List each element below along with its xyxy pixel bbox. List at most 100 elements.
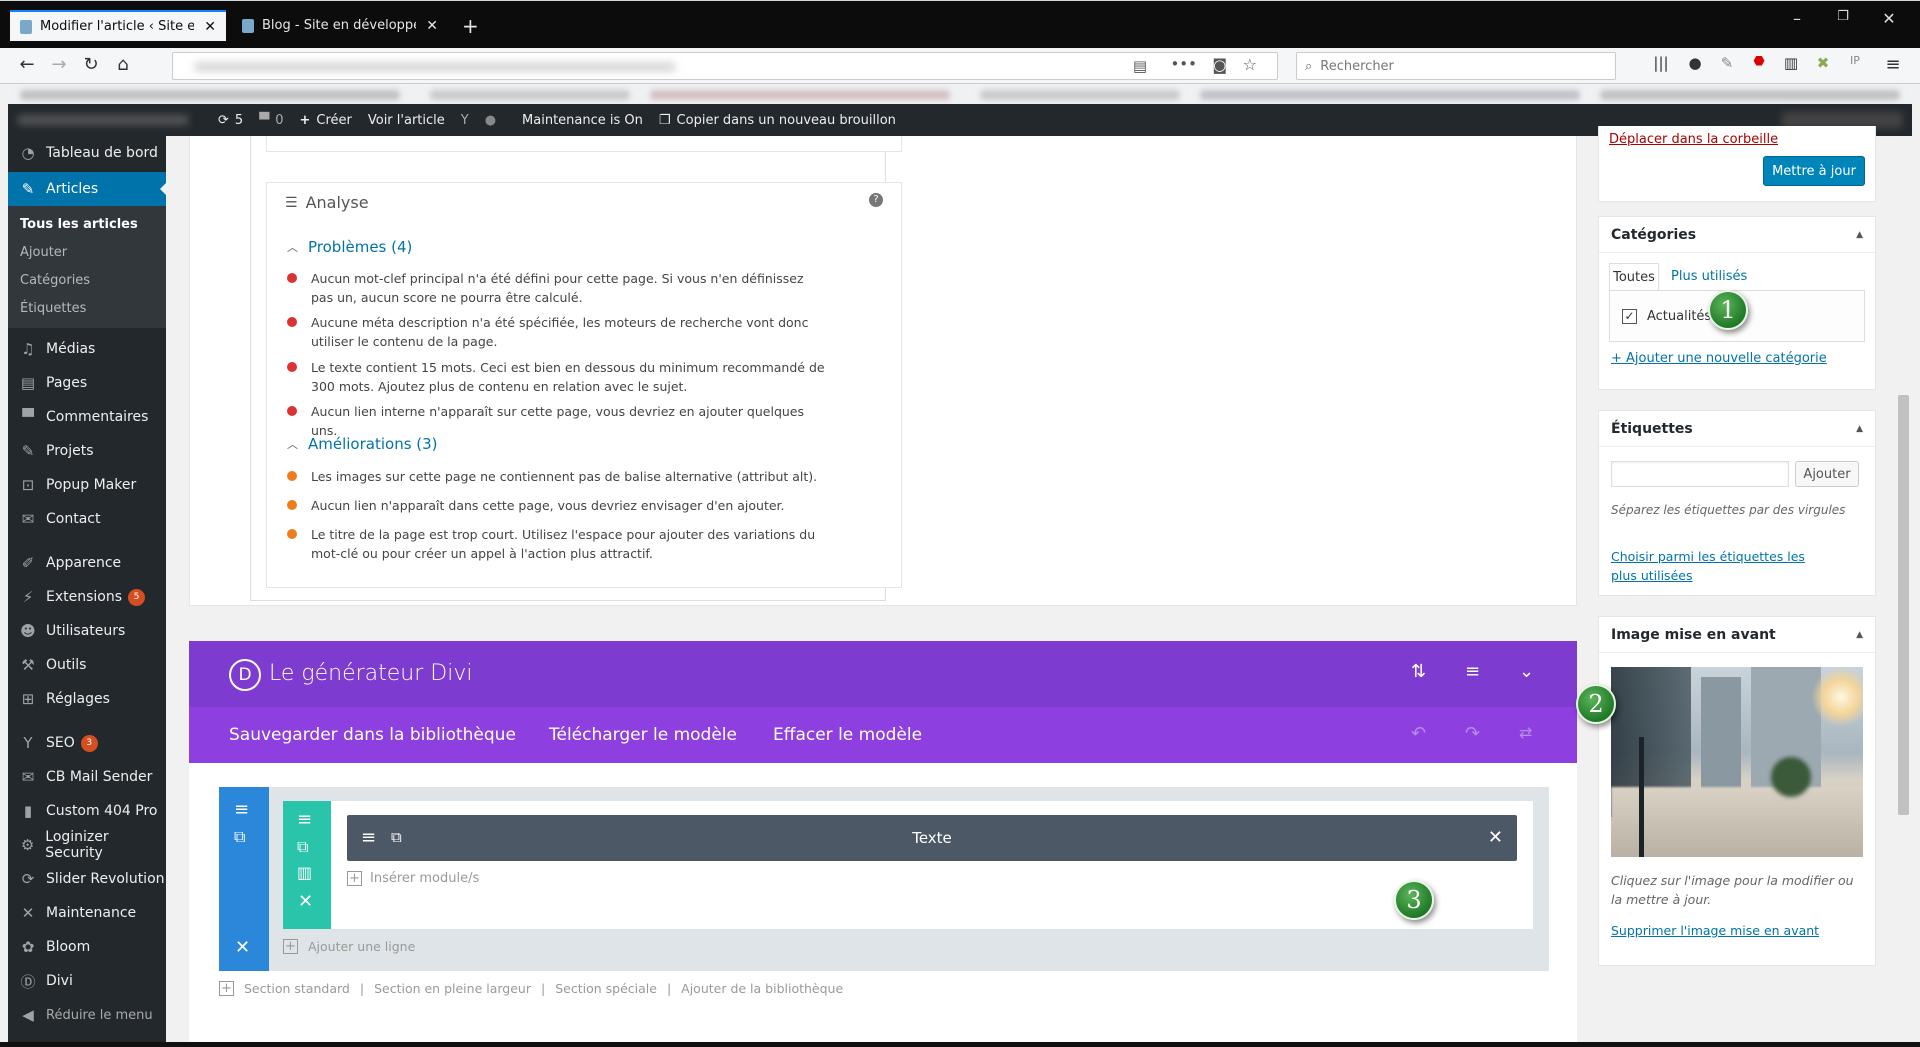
- add-fullwidth-section[interactable]: Section en pleine largeur: [374, 981, 531, 996]
- section-menu-icon[interactable]: ≡: [234, 799, 249, 820]
- row-columns-icon[interactable]: ▥: [297, 863, 312, 882]
- sidebar-item-divi[interactable]: Ⓓ Divi: [8, 964, 166, 998]
- undo-icon[interactable]: ↶: [1411, 723, 1426, 744]
- clear-template-link[interactable]: Effacer le modèle: [773, 725, 922, 745]
- comments-link[interactable]: ▀ 0: [259, 113, 283, 128]
- save-library-link[interactable]: Sauvegarder dans la bibliothèque: [229, 725, 516, 745]
- tags-header[interactable]: Étiquettes ▲: [1599, 411, 1875, 447]
- row-settings-icon[interactable]: ⧉: [297, 837, 308, 857]
- close-window-icon[interactable]: ✕: [1868, 9, 1910, 28]
- remove-featured-image-link[interactable]: Supprimer l'image mise en avant: [1611, 923, 1819, 938]
- restore-icon[interactable]: ❐: [1822, 9, 1864, 24]
- sidebar-item-slider-revolution[interactable]: ⟳ Slider Revolution: [8, 862, 166, 896]
- tab-blog[interactable]: Blog - Site en développement ✕: [232, 10, 448, 41]
- row-handle[interactable]: ≡ ⧉ ▥ ✕: [283, 801, 331, 929]
- update-button[interactable]: Mettre à jour: [1763, 156, 1865, 186]
- maintenance-status[interactable]: Maintenance is On: [522, 113, 643, 128]
- sort-icon[interactable]: ⇅: [1411, 661, 1426, 682]
- section-settings-icon[interactable]: ⧉: [234, 827, 245, 847]
- tab-edit-article[interactable]: Modifier l'article ‹ Site en dével ✕: [10, 10, 226, 41]
- copy-draft-link[interactable]: ❐ Copier dans un nouveau brouillon: [659, 113, 896, 128]
- trash-link[interactable]: Déplacer dans la corbeille: [1609, 132, 1778, 147]
- redo-icon[interactable]: ↷: [1465, 723, 1480, 744]
- add-special-section[interactable]: Section spéciale: [555, 981, 657, 996]
- url-bar[interactable]: ▤ ••• ◙ ☆: [172, 52, 1278, 80]
- categories-header[interactable]: Catégories ▲: [1599, 217, 1875, 253]
- menu-icon[interactable]: ≡: [1465, 661, 1480, 682]
- improvements-toggle[interactable]: ︿ Améliorations (3): [287, 435, 438, 453]
- view-post-link[interactable]: Voir l'article: [368, 113, 445, 128]
- sidebar-item-maintenance[interactable]: ✕ Maintenance: [8, 896, 166, 930]
- sidebar-collapse[interactable]: ◀ Réduire le menu: [8, 998, 166, 1032]
- history-icon[interactable]: ⇄: [1519, 723, 1532, 742]
- yoast-icon[interactable]: Y: [461, 113, 469, 128]
- module-delete-icon[interactable]: ✕: [1488, 827, 1503, 848]
- choose-tags-link[interactable]: Choisir parmi les étiquettes les plus ut…: [1611, 547, 1831, 585]
- row-menu-icon[interactable]: ≡: [297, 809, 312, 830]
- new-tab-button[interactable]: +: [452, 10, 488, 41]
- insert-module-button[interactable]: + Insérer module/s: [347, 871, 479, 886]
- sidebar-item-users[interactable]: ☻ Utilisateurs: [8, 614, 166, 648]
- reader-view-icon[interactable]: ▤: [1133, 57, 1147, 75]
- adblock-icon[interactable]: ⬣: [1746, 54, 1772, 69]
- collapse-triangle-icon[interactable]: ▲: [1856, 424, 1863, 434]
- sidebar-item-popup-maker[interactable]: ⊡ Popup Maker: [8, 468, 166, 502]
- minimize-icon[interactable]: –: [1776, 9, 1818, 28]
- sidebar-item-tools[interactable]: ⚒ Outils: [8, 648, 166, 682]
- add-category-link[interactable]: + Ajouter une nouvelle catégorie: [1611, 351, 1827, 366]
- sidebar-icon[interactable]: ▥: [1778, 54, 1804, 72]
- sidebar-item-contact[interactable]: ✉ Contact: [8, 502, 166, 536]
- create-link[interactable]: + Créer: [299, 113, 351, 128]
- sidebar-item-articles[interactable]: ✎ Articles: [8, 172, 167, 206]
- sidebar-item-seo[interactable]: Y SEO 3: [8, 726, 166, 760]
- collapse-triangle-icon[interactable]: ▲: [1856, 230, 1863, 240]
- add-tag-button[interactable]: Ajouter: [1795, 461, 1859, 487]
- submenu-add[interactable]: Ajouter: [8, 238, 166, 266]
- help-icon[interactable]: ?: [869, 193, 883, 207]
- sidebar-item-appearance[interactable]: ✐ Apparence: [8, 546, 166, 580]
- close-tab-icon[interactable]: ✕: [204, 19, 216, 35]
- category-item[interactable]: ✓ Actualités: [1622, 309, 1711, 324]
- sidebar-item-bloom[interactable]: ✿ Bloom: [8, 930, 166, 964]
- bookmark-star-icon[interactable]: ☆: [1243, 55, 1257, 74]
- load-template-link[interactable]: Télécharger le modèle: [549, 725, 737, 745]
- collapse-triangle-icon[interactable]: ▲: [1856, 630, 1863, 640]
- section-handle[interactable]: ≡ ⧉ ✕: [219, 787, 269, 971]
- sidebar-item-comments[interactable]: ▀ Commentaires: [8, 400, 166, 434]
- eyedropper-icon[interactable]: ✎: [1714, 54, 1740, 72]
- ip-icon[interactable]: IP: [1842, 54, 1868, 67]
- sidebar-item-pages[interactable]: ▤ Pages: [8, 366, 166, 400]
- reload-icon[interactable]: ↻: [78, 54, 104, 75]
- sidebar-item-cb-mail[interactable]: ✉ CB Mail Sender: [8, 760, 166, 794]
- tab-all-categories[interactable]: Toutes: [1609, 263, 1659, 291]
- sidebar-item-custom-404[interactable]: ▮ Custom 404 Pro: [8, 794, 166, 828]
- row-delete-icon[interactable]: ✕: [298, 891, 313, 912]
- featured-image-header[interactable]: Image mise en avant ▲: [1599, 617, 1875, 653]
- sidebar-item-projects[interactable]: ✎ Projets: [8, 434, 166, 468]
- featured-image-thumbnail[interactable]: [1611, 667, 1863, 857]
- pocket-icon[interactable]: ◙: [1212, 56, 1227, 74]
- forward-icon[interactable]: →: [46, 54, 72, 75]
- sidebar-item-settings[interactable]: ⊞ Réglages: [8, 682, 166, 716]
- extension-icon[interactable]: ●: [1682, 54, 1708, 72]
- tab-most-used[interactable]: Plus utilisés: [1671, 269, 1747, 284]
- sidebar-item-dashboard[interactable]: ◔ Tableau de bord: [8, 136, 166, 170]
- updates-link[interactable]: ⟳ 5: [218, 113, 243, 128]
- add-from-library[interactable]: Ajouter de la bibliothèque: [681, 981, 843, 996]
- section-delete-icon[interactable]: ✕: [235, 937, 250, 958]
- add-row-button[interactable]: + Ajouter une ligne: [283, 939, 415, 954]
- library-icon[interactable]: |||: [1648, 54, 1674, 72]
- browser-search-input[interactable]: ⌕ Rechercher: [1296, 52, 1616, 80]
- home-icon[interactable]: ⌂: [110, 54, 136, 75]
- scrollbar-thumb[interactable]: [1898, 395, 1909, 815]
- menu-icon[interactable]: ≡: [1880, 54, 1906, 75]
- sidebar-item-loginizer[interactable]: ⚙ Loginizer Security: [8, 828, 166, 862]
- submenu-categories[interactable]: Catégories: [8, 266, 166, 294]
- tools-icon[interactable]: ✖: [1810, 54, 1836, 72]
- problems-toggle[interactable]: ︿ Problèmes (4): [287, 238, 412, 256]
- close-tab-icon[interactable]: ✕: [426, 18, 438, 34]
- more-actions-icon[interactable]: •••: [1170, 55, 1197, 73]
- chevron-down-icon[interactable]: ⌄: [1519, 661, 1534, 682]
- sidebar-item-medias[interactable]: ♫ Médias: [8, 332, 166, 366]
- add-standard-section[interactable]: Section standard: [244, 981, 350, 996]
